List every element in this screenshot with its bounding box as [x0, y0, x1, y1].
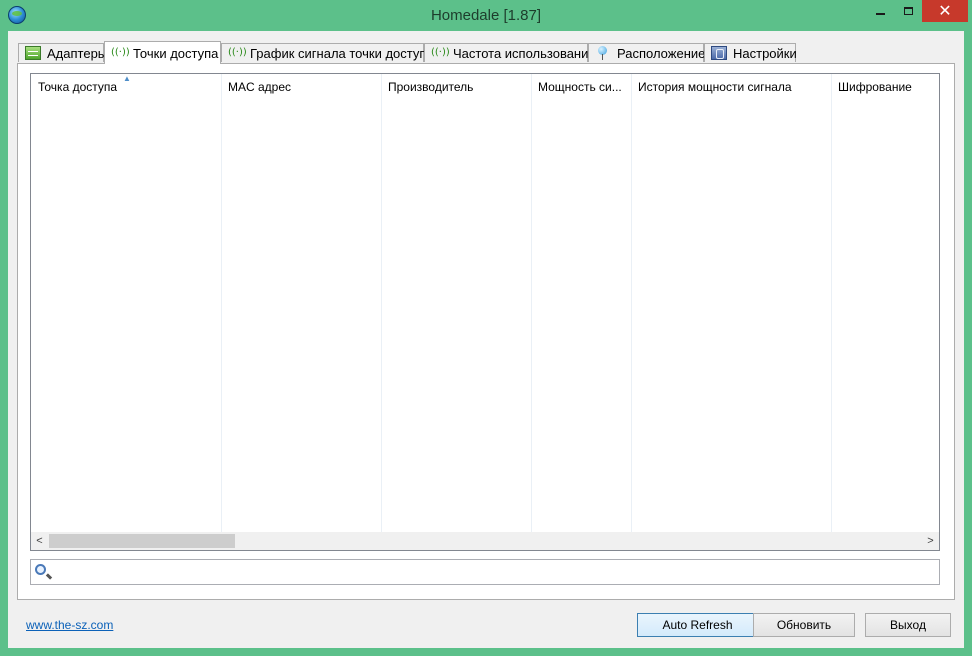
tab-label: Адаптеры [47, 45, 108, 61]
tab-label: Частота использования [453, 45, 596, 61]
chevron-left-icon: < [36, 535, 43, 547]
column-header-signal-history[interactable]: История мощности сигнала [631, 74, 831, 99]
column-separator [831, 74, 832, 532]
sort-ascending-icon: ▲ [123, 74, 131, 83]
close-icon: ✕ [938, 3, 952, 20]
minimize-button[interactable] [866, 0, 894, 22]
close-button[interactable]: ✕ [922, 0, 968, 22]
network-adapter-icon [25, 46, 41, 60]
column-header-signal-strength[interactable]: Мощность си... [531, 74, 631, 99]
tab-location[interactable]: Расположение [588, 43, 706, 62]
access-point-list[interactable]: Точка доступа ▲ MAC адрес Производитель … [30, 73, 940, 551]
window-title: Homedale [1.87] [430, 7, 542, 24]
tab-frequency-usage[interactable]: ((·)) Частота использования [424, 43, 595, 62]
scroll-right-button[interactable]: > [922, 532, 939, 550]
exit-button[interactable]: Выход [865, 613, 951, 637]
tab-access-points[interactable]: ((·)) Точки доступа [104, 41, 221, 64]
tab-signal-graph[interactable]: ((·)) График сигнала точки доступа [221, 43, 434, 62]
search-icon [35, 564, 46, 575]
column-header-mac-address[interactable]: MAC адрес [221, 74, 381, 99]
title-bar[interactable]: Homedale [1.87] ✕ [0, 0, 972, 31]
column-header-vendor[interactable]: Производитель [381, 74, 531, 99]
antenna-icon: ((·)) [228, 47, 247, 58]
maximize-icon [903, 7, 913, 15]
horizontal-scrollbar[interactable]: < > [31, 532, 939, 550]
tab-adapters[interactable]: Адаптеры [18, 43, 108, 62]
search-input[interactable] [55, 562, 939, 584]
antenna-icon: ((·)) [111, 47, 130, 58]
main-panel: Адаптеры ((·)) Точки доступа ((·)) Графи… [8, 31, 964, 648]
minimize-icon [875, 13, 885, 15]
maximize-button[interactable] [894, 0, 922, 22]
settings-icon [711, 46, 727, 60]
search-box[interactable] [30, 559, 940, 585]
tab-settings[interactable]: Настройки [704, 43, 797, 62]
scroll-left-button[interactable]: < [31, 532, 48, 550]
column-header-label: Точка доступа [38, 80, 118, 94]
map-pin-icon [595, 46, 611, 60]
refresh-button[interactable]: Обновить [753, 613, 855, 637]
tab-page-access-points: Точка доступа ▲ MAC адрес Производитель … [17, 63, 955, 600]
column-header-encryption[interactable]: Шифрование [831, 74, 939, 99]
tab-label: Настройки [733, 45, 797, 61]
column-separator [631, 74, 632, 532]
app-window: Homedale [1.87] ✕ Адаптеры ((·)) Точки д… [0, 0, 972, 656]
list-header: Точка доступа ▲ MAC адрес Производитель … [31, 74, 939, 99]
tab-label: График сигнала точки доступа [250, 45, 434, 61]
column-separator [531, 74, 532, 532]
column-separator [381, 74, 382, 532]
column-separator [221, 74, 222, 532]
auto-refresh-button[interactable]: Auto Refresh [637, 613, 758, 637]
tab-label: Расположение [617, 45, 706, 61]
tab-label: Точки доступа [133, 45, 219, 61]
chevron-right-icon: > [927, 535, 934, 547]
scrollbar-thumb[interactable] [49, 534, 235, 548]
column-header-access-point[interactable]: Точка доступа ▲ [31, 74, 221, 99]
website-link[interactable]: www.the-sz.com [26, 618, 113, 632]
antenna-icon: ((·)) [431, 47, 450, 58]
